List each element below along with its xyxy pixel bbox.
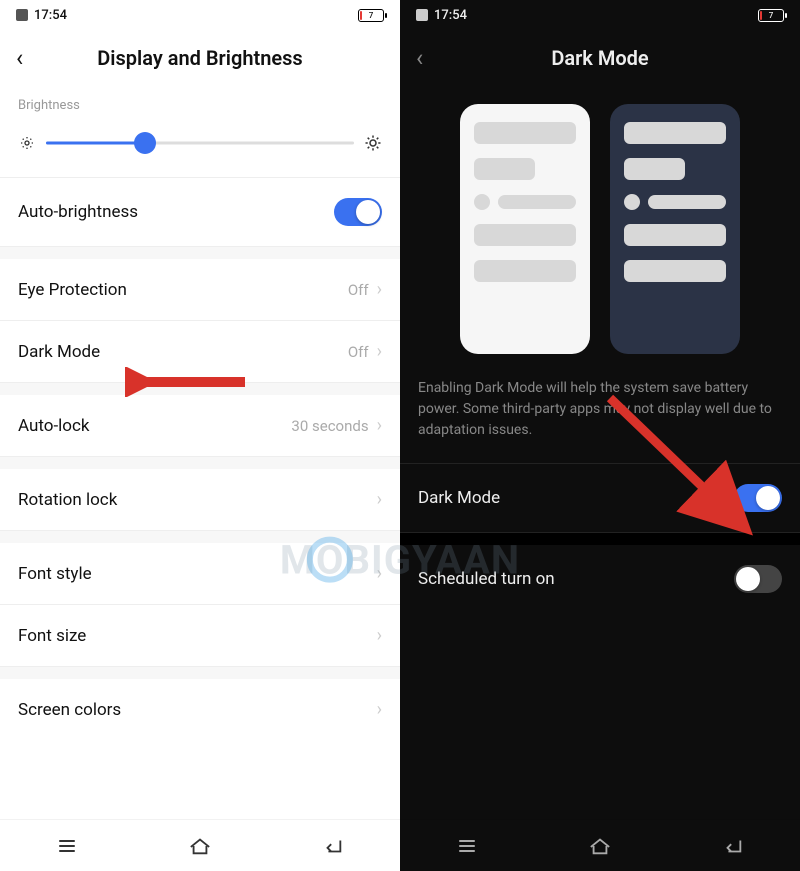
scheduled-turn-on-row[interactable]: Scheduled turn on: [400, 545, 800, 613]
brightness-slider-row: [0, 119, 400, 178]
auto-lock-row[interactable]: Auto-lock 30 seconds ›: [0, 395, 400, 457]
chevron-right-icon: ›: [377, 415, 382, 436]
section-divider: [0, 383, 400, 395]
battery-icon: 7: [358, 9, 384, 22]
chevron-right-icon: ›: [377, 489, 382, 510]
auto-brightness-label: Auto-brightness: [18, 202, 138, 222]
scheduled-label: Scheduled turn on: [418, 569, 555, 589]
section-divider: [0, 531, 400, 543]
eye-protection-label: Eye Protection: [18, 280, 127, 300]
nav-back-button[interactable]: [320, 836, 346, 856]
section-divider: [0, 667, 400, 679]
sim-icon: [16, 9, 28, 21]
screen-colors-label: Screen colors: [18, 700, 121, 720]
section-divider: [0, 247, 400, 259]
font-style-row[interactable]: Font style ›: [0, 543, 400, 605]
rotation-lock-row[interactable]: Rotation lock ›: [0, 469, 400, 531]
nav-bar: [400, 819, 800, 871]
section-divider: [400, 533, 800, 545]
section-divider: [0, 457, 400, 469]
status-time: 17:54: [434, 8, 467, 23]
eye-protection-value: Off: [348, 281, 369, 299]
chevron-right-icon: ›: [377, 279, 382, 300]
chevron-right-icon: ›: [377, 625, 382, 646]
dark-mode-toggle-label: Dark Mode: [418, 488, 500, 508]
status-bar: 17:54 7: [0, 0, 400, 30]
title-bar: ‹ Display and Brightness: [0, 30, 400, 86]
font-size-label: Font size: [18, 626, 86, 646]
brightness-label: Brightness: [0, 86, 400, 119]
nav-back-button[interactable]: [720, 836, 746, 856]
auto-brightness-toggle[interactable]: [334, 198, 382, 226]
page-title: Dark Mode: [400, 46, 800, 70]
light-theme-preview[interactable]: [460, 104, 590, 354]
dark-mode-description: Enabling Dark Mode will help the system …: [400, 364, 800, 464]
dark-mode-label: Dark Mode: [18, 342, 100, 362]
auto-brightness-row[interactable]: Auto-brightness: [0, 178, 400, 247]
nav-bar: [0, 819, 400, 871]
auto-lock-label: Auto-lock: [18, 416, 90, 436]
phone-display-brightness: 17:54 7 ‹ Display and Brightness Brightn…: [0, 0, 400, 871]
nav-home-button[interactable]: [587, 836, 613, 856]
status-time: 17:54: [34, 8, 67, 23]
dark-mode-value: Off: [348, 343, 369, 361]
dark-mode-content: Enabling Dark Mode will help the system …: [400, 86, 800, 819]
auto-lock-value: 30 seconds: [291, 417, 368, 435]
chevron-right-icon: ›: [377, 563, 382, 584]
scheduled-toggle[interactable]: [734, 565, 782, 593]
dark-mode-toggle-row[interactable]: Dark Mode: [400, 464, 800, 533]
chevron-right-icon: ›: [377, 341, 382, 362]
dark-mode-row[interactable]: Dark Mode Off ›: [0, 321, 400, 383]
eye-protection-row[interactable]: Eye Protection Off ›: [0, 259, 400, 321]
title-bar: ‹ Dark Mode: [400, 30, 800, 86]
nav-recent-button[interactable]: [54, 836, 80, 856]
brightness-high-icon: [364, 134, 382, 152]
nav-recent-button[interactable]: [454, 836, 480, 856]
sim-icon: [416, 9, 428, 21]
brightness-slider[interactable]: [46, 133, 354, 153]
chevron-right-icon: ›: [377, 699, 382, 720]
brightness-low-icon: [18, 134, 36, 152]
dark-theme-preview[interactable]: [610, 104, 740, 354]
font-style-label: Font style: [18, 564, 92, 584]
battery-icon: 7: [758, 9, 784, 22]
screen-colors-row[interactable]: Screen colors ›: [0, 679, 400, 740]
dark-mode-toggle[interactable]: [734, 484, 782, 512]
settings-content: Brightness Auto-brightness Eye Protectio…: [0, 86, 400, 819]
phone-dark-mode: 17:54 7 ‹ Dark Mode: [400, 0, 800, 871]
rotation-lock-label: Rotation lock: [18, 490, 117, 510]
nav-home-button[interactable]: [187, 836, 213, 856]
font-size-row[interactable]: Font size ›: [0, 605, 400, 667]
page-title: Display and Brightness: [0, 46, 400, 70]
status-bar: 17:54 7: [400, 0, 800, 30]
theme-preview: [400, 86, 800, 364]
brightness-slider-thumb[interactable]: [134, 132, 156, 154]
